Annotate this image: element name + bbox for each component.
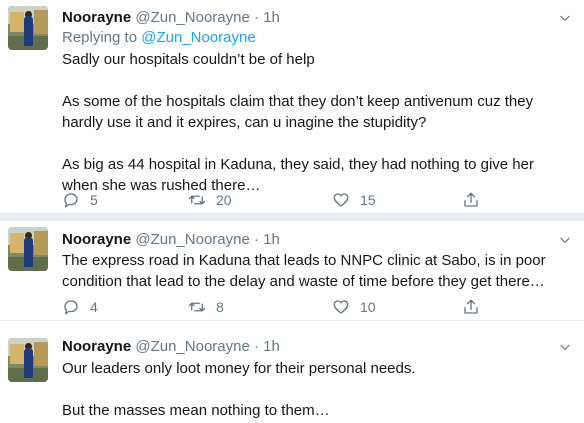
chevron-down-icon[interactable] xyxy=(558,340,572,354)
author-name[interactable]: Noorayne xyxy=(62,9,131,26)
share-icon xyxy=(464,192,478,207)
separator-dot: · xyxy=(254,338,259,355)
avatar[interactable] xyxy=(8,338,48,382)
retweet-icon xyxy=(188,195,206,205)
reply-button[interactable]: 4 xyxy=(62,297,98,317)
share-icon xyxy=(464,299,478,314)
tweet[interactable]: Noorayne @Zun_Noorayne · 1h The express … xyxy=(0,221,584,320)
author-handle[interactable]: @Zun_Noorayne xyxy=(135,9,249,26)
tweet-paragraph: The express road in Kaduna that leads to… xyxy=(62,252,546,290)
chevron-down-icon[interactable] xyxy=(558,233,572,247)
retweet-icon xyxy=(188,302,206,312)
like-button[interactable]: 10 xyxy=(332,297,376,317)
share-button[interactable] xyxy=(462,190,480,210)
tweet[interactable]: Noorayne @Zun_Noorayne · 1h Replying to … xyxy=(0,0,584,220)
heart-icon xyxy=(333,193,349,207)
share-button[interactable] xyxy=(462,297,480,317)
author-name[interactable]: Noorayne xyxy=(62,338,131,355)
separator-dot: · xyxy=(254,9,259,26)
tweet-header: Noorayne @Zun_Noorayne · 1h xyxy=(62,8,280,28)
replying-to: Replying to @Zun_Noorayne xyxy=(62,28,256,48)
heart-icon xyxy=(333,300,349,314)
replying-to-label: Replying to xyxy=(62,29,138,46)
reply-icon xyxy=(64,300,78,315)
tweet-text: The express road in Kaduna that leads to… xyxy=(62,250,572,292)
avatar[interactable] xyxy=(8,6,48,50)
chevron-down-icon[interactable] xyxy=(558,11,572,25)
retweet-button[interactable]: 8 xyxy=(188,297,224,317)
timestamp[interactable]: 1h xyxy=(263,231,280,248)
tweet-paragraph: Our leaders only loot money for their pe… xyxy=(62,360,416,377)
timestamp[interactable]: 1h xyxy=(263,338,280,355)
tweet-header: Noorayne @Zun_Noorayne · 1h xyxy=(62,230,280,250)
like-count: 10 xyxy=(360,299,376,315)
author-handle[interactable]: @Zun_Noorayne xyxy=(135,338,249,355)
timestamp[interactable]: 1h xyxy=(263,9,280,26)
tweet-paragraph: Sadly our hospitals couldn’t be of help xyxy=(62,51,315,68)
tweet-paragraph: But the masses mean nothing to them… xyxy=(62,402,330,419)
like-count: 15 xyxy=(360,192,376,208)
thread-separator xyxy=(0,213,584,221)
replying-to-mention[interactable]: @Zun_Noorayne xyxy=(141,29,255,46)
retweet-button[interactable]: 20 xyxy=(188,190,232,210)
like-button[interactable]: 15 xyxy=(332,190,376,210)
reply-count: 5 xyxy=(90,192,98,208)
reply-button[interactable]: 5 xyxy=(62,190,98,210)
tweet-actions: 5 20 15 xyxy=(62,190,502,210)
reply-icon xyxy=(64,193,78,208)
retweet-count: 8 xyxy=(216,299,224,315)
tweet-thread: Noorayne @Zun_Noorayne · 1h Replying to … xyxy=(0,0,584,423)
tweet-text: Our leaders only loot money for their pe… xyxy=(62,358,572,421)
author-handle[interactable]: @Zun_Noorayne xyxy=(135,231,249,248)
retweet-count: 20 xyxy=(216,192,232,208)
author-name[interactable]: Noorayne xyxy=(62,231,131,248)
tweet-header: Noorayne @Zun_Noorayne · 1h xyxy=(62,337,280,357)
avatar[interactable] xyxy=(8,227,48,271)
tweet-actions: 4 8 10 xyxy=(62,297,502,317)
tweet-text: Sadly our hospitals couldn’t be of help … xyxy=(62,49,572,196)
reply-count: 4 xyxy=(90,299,98,315)
tweet-paragraph: As some of the hospitals claim that they… xyxy=(62,93,534,131)
separator-dot: · xyxy=(254,231,259,248)
tweet[interactable]: Noorayne @Zun_Noorayne · 1h Our leaders … xyxy=(0,321,584,423)
